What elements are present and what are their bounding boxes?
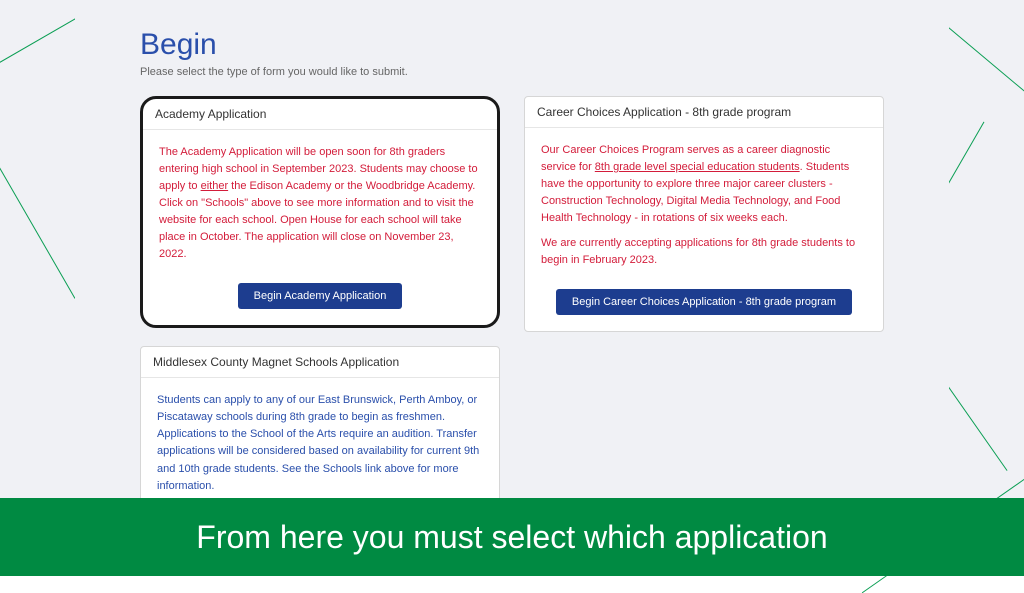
card-description-2: We are currently accepting applications … xyxy=(541,235,867,269)
begin-career-choices-button[interactable]: Begin Career Choices Application - 8th g… xyxy=(556,289,852,315)
caption-bar: From here you must select which applicat… xyxy=(0,498,1024,576)
either-link[interactable]: either xyxy=(201,180,229,192)
card-description: Our Career Choices Program serves as a c… xyxy=(541,142,867,227)
caption-text: From here you must select which applicat… xyxy=(196,519,827,556)
card-title: Middlesex County Magnet Schools Applicat… xyxy=(141,347,499,378)
page-subtitle: Please select the type of form you would… xyxy=(140,66,884,78)
cards-grid: Academy Application The Academy Applicat… xyxy=(75,84,949,558)
content-area: Begin Please select the type of form you… xyxy=(75,0,949,576)
special-ed-link[interactable]: 8th grade level special education studen… xyxy=(595,161,800,173)
desc-text: the Edison Academy or the Woodbridge Aca… xyxy=(159,180,475,260)
card-description: The Academy Application will be open soo… xyxy=(159,144,481,263)
card-title: Career Choices Application - 8th grade p… xyxy=(525,97,883,128)
card-description: Students can apply to any of our East Br… xyxy=(157,392,483,494)
page-title: Begin xyxy=(140,28,884,62)
page-header: Begin Please select the type of form you… xyxy=(75,0,949,84)
card-career-choices-application: Career Choices Application - 8th grade p… xyxy=(524,96,884,332)
begin-academy-application-button[interactable]: Begin Academy Application xyxy=(238,283,403,309)
card-academy-application: Academy Application The Academy Applicat… xyxy=(140,96,500,328)
card-title: Academy Application xyxy=(143,99,497,130)
